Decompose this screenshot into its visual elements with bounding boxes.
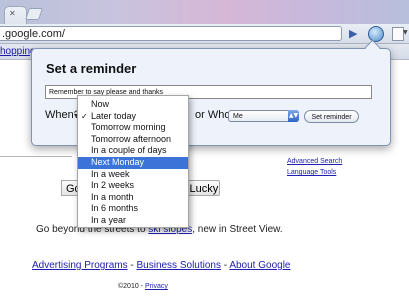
advertising-programs-link[interactable]: Advertising Programs: [32, 260, 128, 271]
footer-links: Advertising Programs - Business Solution…: [32, 260, 291, 271]
close-tab-icon[interactable]: ✕: [9, 9, 16, 18]
when-option-label: In a year: [91, 215, 127, 225]
when-option-label: In a couple of days: [91, 145, 167, 156]
go-arrow-icon[interactable]: ▶: [349, 27, 357, 40]
advanced-search-link[interactable]: Advanced Search: [287, 158, 342, 165]
when-option[interactable]: Tomorrow afternoon: [78, 134, 188, 146]
copyright: ©2010 - Privacy: [118, 283, 168, 290]
when-option-label: Tomorrow morning: [91, 122, 166, 133]
when-option[interactable]: In a week: [78, 169, 188, 181]
search-box-edge: [0, 156, 72, 157]
when-option-label: Now: [91, 99, 110, 109]
language-tools-link[interactable]: Language Tools: [287, 169, 336, 176]
when-option-label: In 6 months: [91, 203, 139, 214]
when-option[interactable]: Next Monday: [78, 157, 188, 169]
business-solutions-link[interactable]: Business Solutions: [136, 260, 221, 271]
chevron-down-icon[interactable]: ▼: [403, 29, 408, 36]
when-option-label: Later today: [91, 110, 137, 121]
promo-after: , new in Street View.: [192, 224, 283, 235]
when-option[interactable]: ✓ Later today: [78, 111, 188, 123]
about-google-link[interactable]: About Google: [229, 260, 290, 271]
when-option-label: Next Monday: [91, 157, 145, 167]
when-option-label: In a month: [91, 191, 134, 202]
window-titlebar: [0, 0, 409, 24]
when-option[interactable]: In a month: [78, 192, 188, 204]
checkmark-icon: ✓: [81, 111, 88, 121]
when-option[interactable]: In 6 months: [78, 203, 188, 215]
when-option-label: Tomorrow afternoon: [91, 133, 172, 144]
when-dropdown-menu: Now ✓ Later today Tomorrow morning Tomorrow …: [77, 95, 189, 228]
privacy-link[interactable]: Privacy: [145, 283, 168, 290]
when-option[interactable]: Now: [78, 99, 188, 111]
when-option[interactable]: In a couple of days: [78, 145, 188, 157]
reminder-extension-icon[interactable]: [368, 26, 384, 42]
when-option[interactable]: In a year: [78, 215, 188, 227]
when-option[interactable]: Tomorrow morning: [78, 122, 188, 134]
popup-title: Set a reminder: [46, 61, 137, 76]
when-option[interactable]: In 2 weeks: [78, 180, 188, 192]
when-option-label: In 2 weeks: [91, 180, 135, 191]
when-option-label: In a week: [91, 168, 130, 179]
copyright-text: ©2010 -: [118, 283, 145, 290]
select-arrows-icon[interactable]: ▲▼: [288, 110, 299, 122]
address-bar[interactable]: .google.com/: [0, 26, 342, 41]
set-reminder-button[interactable]: Set reminder: [304, 110, 359, 123]
